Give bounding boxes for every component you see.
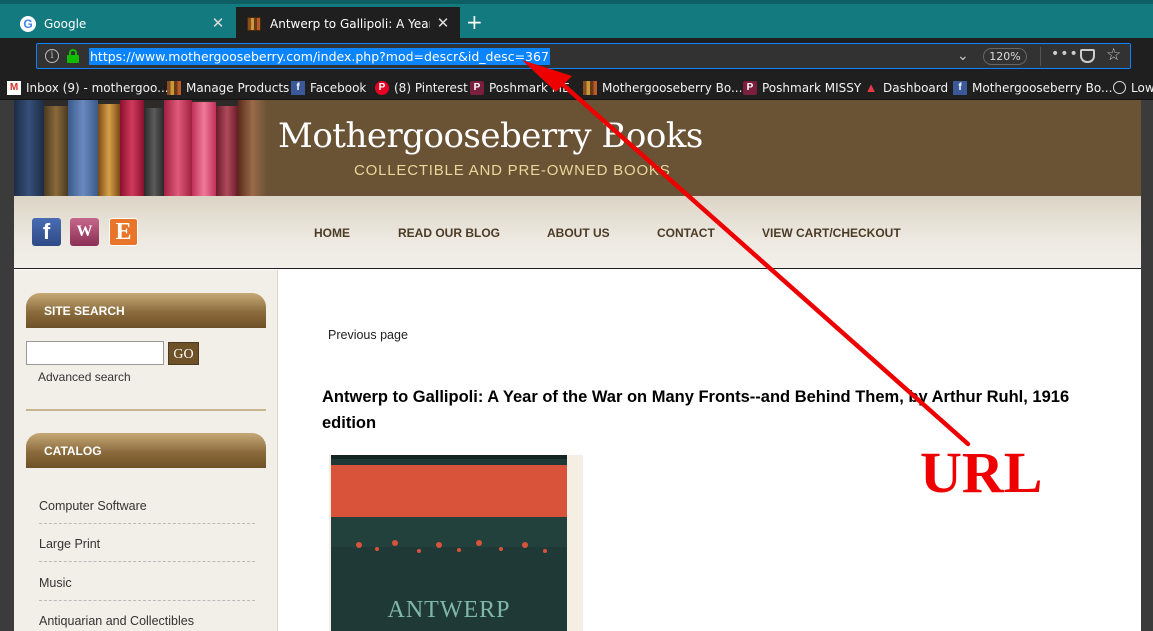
poshmark-icon: P: [470, 80, 484, 95]
tab-title: Google: [44, 17, 87, 31]
books-image: [14, 100, 267, 196]
bookmark-pinterest[interactable]: P (8) Pinterest: [375, 79, 468, 96]
facebook-icon[interactable]: f: [32, 218, 61, 246]
site-search-heading: SITE SEARCH: [26, 293, 266, 328]
search-input[interactable]: [26, 341, 164, 365]
tab-bar: G Google ✕ Antwerp to Gallipoli: A Year …: [0, 0, 1153, 41]
pinterest-icon: P: [375, 80, 389, 95]
bookmark-mothergooseberry[interactable]: Mothergooseberry Bo...: [583, 79, 742, 96]
book-cover-image[interactable]: ANTWERP: [329, 455, 583, 631]
bookmark-inbox[interactable]: M Inbox (9) - mothergoo...: [7, 79, 169, 96]
wordpress-icon[interactable]: W: [70, 218, 99, 246]
site-menu: f W E HOME READ OUR BLOG ABOUT US CONTAC…: [14, 196, 1141, 269]
info-icon[interactable]: i: [45, 49, 59, 63]
new-tab-icon[interactable]: +: [466, 12, 483, 32]
catalog-item-music[interactable]: Music: [39, 563, 255, 601]
menu-about[interactable]: ABOUT US: [547, 226, 610, 240]
gmail-icon: M: [7, 80, 21, 95]
sidebar: SITE SEARCH GO Advanced search CATALOG C…: [14, 270, 278, 631]
chevron-down-icon[interactable]: ⌄: [957, 48, 969, 64]
bookmarks-bar: M Inbox (9) - mothergoo... Manage Product…: [0, 74, 1153, 100]
previous-page-link[interactable]: Previous page: [328, 328, 408, 342]
website: Mothergooseberry Books COLLECTIBLE AND P…: [14, 100, 1141, 631]
site-banner: Mothergooseberry Books COLLECTIBLE AND P…: [14, 100, 1141, 196]
tab-google[interactable]: G Google ✕: [10, 7, 235, 41]
bookmark-low[interactable]: Low: [1113, 79, 1153, 96]
menu-contact[interactable]: CONTACT: [657, 226, 715, 240]
advanced-search-link[interactable]: Advanced search: [38, 370, 131, 384]
menu-cart[interactable]: VIEW CART/CHECKOUT: [762, 226, 901, 240]
catalog-item-computer-software[interactable]: Computer Software: [39, 486, 255, 524]
menu-blog[interactable]: READ OUR BLOG: [398, 226, 500, 240]
page-viewport: Mothergooseberry Books COLLECTIBLE AND P…: [0, 100, 1153, 631]
etsy-icon[interactable]: E: [109, 218, 138, 246]
bookmark-label: Mothergooseberry Bo...: [972, 80, 1113, 95]
address-bar[interactable]: i https://www.mothergooseberry.com/index…: [36, 43, 1131, 69]
bookmark-label: (8) Pinterest: [394, 80, 468, 95]
bookmark-label: Mothergooseberry Bo...: [602, 80, 743, 95]
bookmark-label: Poshmark ME: [489, 80, 570, 95]
bookmark-label: Poshmark MISSY: [762, 80, 862, 95]
bookmark-dashboard[interactable]: ▲ Dashboard: [864, 79, 949, 96]
book-favicon-icon: [583, 80, 597, 95]
lock-icon[interactable]: [67, 49, 79, 63]
book-title: Antwerp to Gallipoli: A Year of the War …: [322, 388, 1070, 432]
site-subtitle: COLLECTIBLE AND PRE-OWNED BOOKS: [354, 162, 671, 179]
dashboard-icon: ▲: [864, 80, 878, 95]
bookmark-label: Inbox (9) - mothergoo...: [26, 80, 169, 95]
tab-title: Antwerp to Gallipoli: A Year of t: [270, 17, 430, 31]
divider: [1040, 47, 1041, 66]
annotation-label: URL: [920, 440, 1043, 505]
bookmark-label: Low: [1131, 80, 1153, 95]
cover-title: ANTWERP: [388, 597, 511, 623]
tab-antwerp[interactable]: Antwerp to Gallipoli: A Year of t ✕: [236, 7, 460, 41]
pocket-icon[interactable]: [1080, 49, 1095, 63]
close-icon[interactable]: ✕: [211, 16, 225, 31]
google-g-icon: G: [20, 16, 36, 32]
bookmark-label: Manage Products: [186, 80, 290, 95]
site-title[interactable]: Mothergooseberry Books: [278, 116, 703, 156]
bookmark-poshmark-me[interactable]: P Poshmark ME: [470, 79, 570, 96]
book-favicon-icon: [246, 16, 262, 32]
url-text[interactable]: https://www.mothergooseberry.com/index.p…: [89, 48, 550, 65]
close-icon[interactable]: ✕: [436, 16, 450, 31]
go-button[interactable]: GO: [168, 342, 199, 365]
menu-home[interactable]: HOME: [314, 226, 350, 240]
zoom-level[interactable]: 120%: [983, 48, 1027, 65]
bookmark-mothergooseberry-fb[interactable]: f Mothergooseberry Bo...: [953, 79, 1112, 96]
bookmark-manage-products[interactable]: Manage Products: [167, 79, 289, 96]
poshmark-icon: P: [743, 80, 757, 95]
catalog-item-antiquarian[interactable]: Antiquarian and Collectibles: [39, 601, 255, 631]
star-icon[interactable]: ☆: [1106, 45, 1121, 65]
bookmark-facebook[interactable]: f Facebook: [291, 79, 366, 96]
facebook-icon: f: [291, 80, 305, 95]
bookmark-label: Facebook: [310, 80, 367, 95]
navigation-bar: i https://www.mothergooseberry.com/index…: [0, 38, 1153, 74]
facebook-icon: f: [953, 80, 967, 95]
catalog-heading: CATALOG: [26, 433, 266, 468]
book-favicon-icon: [167, 80, 181, 95]
divider: [26, 409, 266, 411]
screenshot: G Google ✕ Antwerp to Gallipoli: A Year …: [0, 0, 1153, 631]
bookmark-label: Dashboard: [883, 80, 949, 95]
globe-icon: [1113, 81, 1126, 94]
more-actions-icon[interactable]: •••: [1051, 46, 1079, 62]
catalog-item-large-print[interactable]: Large Print: [39, 524, 255, 562]
bookmark-poshmark-missy[interactable]: P Poshmark MISSY: [743, 79, 861, 96]
